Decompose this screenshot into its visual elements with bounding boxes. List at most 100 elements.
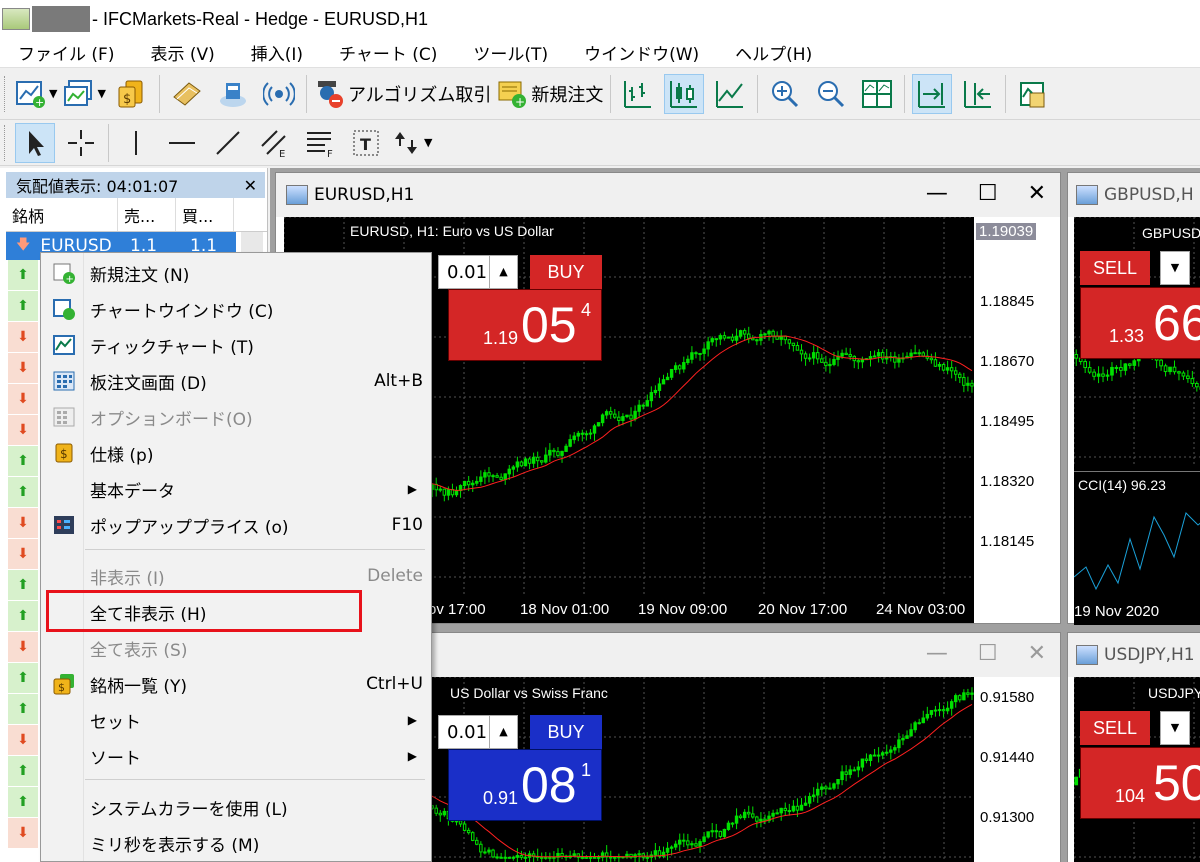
toolbar-separator <box>158 74 160 113</box>
menu-item-chart-window[interactable]: チャートウインドウ (C) <box>41 291 433 327</box>
algo-trading-button[interactable]: アルゴリズム取引 <box>314 74 491 114</box>
terminal-button[interactable] <box>213 74 253 114</box>
market-watch-button[interactable]: $ <box>112 74 152 114</box>
horizontal-line-button[interactable] <box>162 123 202 163</box>
spin-up-icon[interactable]: ▲ <box>489 256 517 288</box>
menu-item-sets[interactable]: セット ▶ <box>41 702 433 738</box>
menu-file[interactable]: ファイル (F) <box>0 40 132 65</box>
menu-item-symbols[interactable]: $ 銘柄一覧 (Y) Ctrl+U <box>41 666 433 702</box>
down-arrow-icon: ⬇ <box>8 384 38 414</box>
chart-shift-button[interactable] <box>958 74 998 114</box>
menu-chart[interactable]: チャート (C) <box>321 40 455 65</box>
col-symbol[interactable]: 銘柄 <box>6 198 118 231</box>
buy-price-box[interactable]: 1.19 05 4 <box>448 289 602 361</box>
zoom-out-button[interactable] <box>811 74 851 114</box>
buy-button[interactable]: BUY <box>530 715 602 749</box>
usdjpy-plot[interactable]: USDJPY, SELL ▼ 104 50 <box>1074 677 1200 862</box>
text-label-button[interactable]: T <box>346 123 386 163</box>
sell-price-box[interactable]: 104 50 <box>1080 747 1200 819</box>
menu-item-popup-prices[interactable]: ポップアッププライス (o) F10 <box>41 507 433 543</box>
new-chart-button[interactable]: + ▼ <box>15 74 57 114</box>
chevron-down-icon[interactable]: ▼ <box>1160 251 1190 285</box>
buy-price-box[interactable]: 0.91 08 1 <box>448 749 602 821</box>
minimize-icon[interactable]: — <box>926 641 948 666</box>
menu-item-show-all[interactable]: 全て表示 (S) <box>41 630 433 666</box>
chevron-down-icon[interactable]: ▼ <box>97 87 105 100</box>
usdjpy-chart-window: USDJPY,H1 USDJPY, SELL ▼ 104 50 <box>1067 632 1200 862</box>
candle-body <box>515 461 520 468</box>
minimize-icon[interactable]: — <box>926 181 948 206</box>
templates-button[interactable] <box>1013 74 1053 114</box>
menu-insert[interactable]: 挿入(I) <box>233 40 321 65</box>
buy-button[interactable]: BUY <box>530 255 602 289</box>
equidistant-channel-button[interactable]: E <box>254 123 294 163</box>
radio-signal-icon <box>262 81 295 106</box>
menu-item-depth-of-market[interactable]: 板注文画面 (D) Alt+B <box>41 363 433 399</box>
candle-body <box>462 823 467 831</box>
tile-windows-button[interactable] <box>857 74 897 114</box>
crosshair-button[interactable] <box>61 123 101 163</box>
menu-tools[interactable]: ツール(T) <box>455 40 566 65</box>
sell-button[interactable]: SELL <box>1080 711 1150 745</box>
profiles-button[interactable]: ▼ <box>63 74 106 114</box>
candle-body <box>954 695 958 703</box>
zoom-in-button[interactable] <box>765 74 805 114</box>
candle-body <box>755 816 759 822</box>
toolbar-separator <box>757 74 759 113</box>
vertical-line-button[interactable] <box>116 123 156 163</box>
sell-price-box[interactable]: 1.33 66 <box>1080 287 1200 359</box>
maximize-icon[interactable]: ☐ <box>978 181 998 206</box>
menu-item-sort[interactable]: ソート ▶ <box>41 738 433 774</box>
cursor-button[interactable] <box>15 122 55 163</box>
menu-view[interactable]: 表示 (V) <box>132 40 232 65</box>
navigator-button[interactable] <box>167 74 207 114</box>
candle-body <box>548 856 552 859</box>
gbpusd-plot[interactable]: GBPUSD SELL ▼ 1.33 66 CCI(14) 96.23 19 N… <box>1074 217 1200 625</box>
trendline-button[interactable] <box>208 123 248 163</box>
candle-body <box>759 818 763 822</box>
line-chart-button[interactable] <box>710 74 750 114</box>
new-order-button[interactable]: + 新規注文 <box>497 74 603 114</box>
menu-item-tick-chart[interactable]: ティックチャート (T) <box>41 327 433 363</box>
zoom-out-icon <box>818 80 845 107</box>
candle-body <box>1119 367 1123 371</box>
chevron-down-icon[interactable]: ▼ <box>424 136 432 149</box>
menu-item-system-colors[interactable]: システムカラーを使用 (L) <box>41 789 433 825</box>
menu-item-option-board[interactable]: オプションボード(O) <box>41 399 433 435</box>
menu-item-specification[interactable]: $ 仕様 (p) <box>41 435 433 471</box>
menu-help[interactable]: ヘルプ(H) <box>717 40 830 65</box>
chevron-down-icon[interactable]: ▼ <box>49 87 57 100</box>
up-arrow-icon: ⬆ <box>8 601 38 631</box>
candle-body <box>1168 366 1172 373</box>
candle-body <box>649 392 654 402</box>
col-ask[interactable]: 買... <box>176 198 234 231</box>
lot-size-input[interactable]: 0.01 ▲ <box>438 255 518 289</box>
close-icon[interactable]: ✕ <box>1028 641 1046 666</box>
spin-up-icon[interactable]: ▲ <box>489 716 517 748</box>
zoom-in-icon <box>772 80 799 107</box>
menu-item-show-milliseconds[interactable]: ミリ秒を表示する (M) <box>41 825 433 861</box>
candle-body <box>503 473 507 480</box>
maximize-icon[interactable]: ☐ <box>978 641 998 666</box>
candlestick-chart-button[interactable] <box>664 73 705 114</box>
down-arrow-icon: ⬇ <box>8 415 38 445</box>
bar-chart-button[interactable] <box>618 74 658 114</box>
menu-item-new-order[interactable]: + 新規注文 (N) <box>41 255 433 291</box>
candle-body <box>564 445 568 452</box>
x-tick: 19 Nov 09:00 <box>638 601 728 618</box>
close-icon[interactable]: ✕ <box>244 176 257 195</box>
candle-body <box>540 460 544 463</box>
lot-size-input[interactable]: 0.01 ▲ <box>438 715 518 749</box>
arrows-button[interactable]: ▼ <box>392 123 432 163</box>
close-icon[interactable]: ✕ <box>1028 181 1046 206</box>
fibonacci-button[interactable]: F <box>300 123 340 163</box>
menu-item-fundamentals[interactable]: 基本データ ▶ <box>41 471 433 507</box>
auto-scroll-button[interactable] <box>912 73 953 114</box>
signals-button[interactable] <box>259 74 299 114</box>
chevron-down-icon[interactable]: ▼ <box>1160 711 1190 745</box>
col-bid[interactable]: 売... <box>118 198 176 231</box>
candle-body <box>820 358 824 363</box>
menu-window[interactable]: ウインドウ(W) <box>566 40 717 65</box>
menu-item-hide[interactable]: 非表示 (I) Delete <box>41 558 433 594</box>
sell-button[interactable]: SELL <box>1080 251 1150 285</box>
